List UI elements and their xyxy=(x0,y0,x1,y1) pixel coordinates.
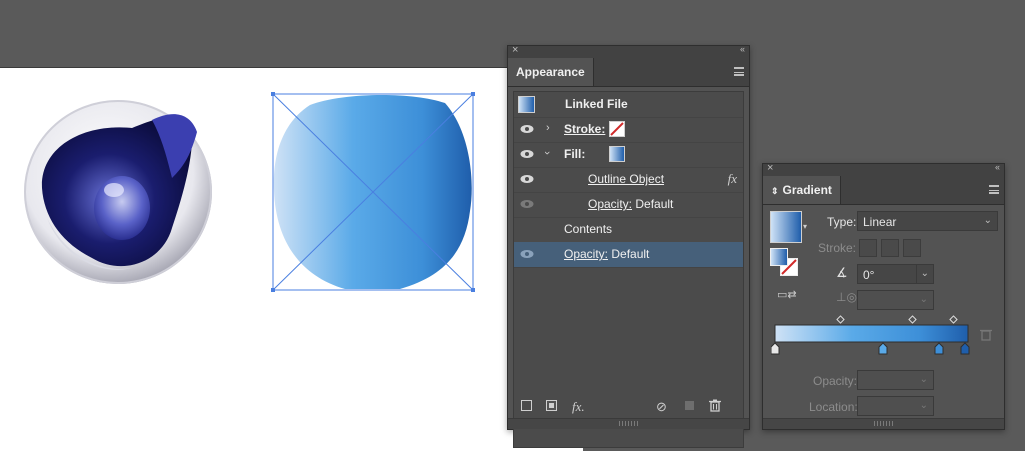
clear-appearance-icon[interactable]: ⊘ xyxy=(656,399,667,415)
chevron-right-icon[interactable]: › xyxy=(546,122,550,134)
delete-trash-icon[interactable] xyxy=(709,399,721,415)
panel-resize-grip[interactable] xyxy=(508,418,749,429)
add-effect-button[interactable]: fx. xyxy=(572,399,585,415)
chevron-down-icon[interactable]: › xyxy=(541,151,553,155)
delete-stop-icon[interactable] xyxy=(980,328,992,344)
chevron-down-icon[interactable]: ⌄ xyxy=(921,268,929,279)
row-stroke[interactable]: › Stroke: xyxy=(514,117,743,143)
gradient-panel-titlebar[interactable]: × ‹‹ xyxy=(763,162,1004,176)
duplicate-item-icon[interactable] xyxy=(685,401,694,410)
close-icon[interactable]: × xyxy=(512,44,518,56)
add-stroke-icon[interactable] xyxy=(521,400,532,411)
opacity-label[interactable]: Opacity: xyxy=(564,247,608,261)
fill-opacity[interactable]: Opacity: Default xyxy=(588,197,673,211)
fill-indicator[interactable] xyxy=(770,248,788,266)
tab-appearance[interactable]: Appearance xyxy=(508,58,594,86)
angle-dropdown[interactable]: ⌄ xyxy=(916,264,934,284)
linked-file-thumbnail xyxy=(518,96,535,113)
stroke-across-icon[interactable] xyxy=(903,239,921,257)
appearance-tabbar: Appearance xyxy=(508,58,749,87)
updown-arrows-icon: ⇕ xyxy=(771,186,779,196)
chevron-down-icon[interactable]: ⌄ xyxy=(984,215,992,226)
type-label: Type: xyxy=(827,215,857,229)
artboard[interactable] xyxy=(0,67,583,451)
stroke-label: Stroke: xyxy=(818,241,857,255)
location-label: Location: xyxy=(809,400,858,414)
chevron-down-icon[interactable]: ⌄ xyxy=(920,294,928,305)
panel-menu-icon[interactable] xyxy=(989,185,999,194)
opacity-value: Default xyxy=(611,247,650,261)
type-value: Linear xyxy=(863,215,897,229)
panel-resize-grip[interactable] xyxy=(763,418,1004,429)
reverse-gradient-icon[interactable]: ▭⇄ xyxy=(777,288,797,301)
gradient-fill-shape[interactable] xyxy=(270,91,476,294)
angle-value: 0° xyxy=(863,268,875,282)
midpoint-diamonds[interactable] xyxy=(836,315,958,324)
type-select[interactable]: Linear ⌄ xyxy=(857,211,998,231)
opacity-label[interactable]: Opacity: xyxy=(588,197,632,211)
visibility-eye-icon[interactable] xyxy=(520,249,534,259)
contents-label: Contents xyxy=(564,222,613,236)
gradient-tab-label: Gradient xyxy=(782,183,832,197)
aspect-ratio-input[interactable]: ⌄ xyxy=(857,290,934,310)
swatch-dropdown-caret[interactable]: ▾ xyxy=(803,222,807,231)
outline-object-effect[interactable]: Outline Object xyxy=(588,172,664,186)
row-fill-opacity[interactable]: Opacity: Default xyxy=(514,192,743,218)
collapse-icon[interactable]: ‹‹ xyxy=(995,162,1000,172)
opacity-input[interactable]: ⌄ xyxy=(857,370,934,390)
stroke-none-swatch[interactable] xyxy=(609,121,625,137)
appearance-footer: fx. ⊘ xyxy=(508,395,749,419)
row-linked-file[interactable]: Linked File xyxy=(514,92,743,118)
stroke-within-icon[interactable] xyxy=(859,239,877,257)
row-fill[interactable]: › Fill: xyxy=(514,142,743,168)
fill-label[interactable]: Fill: xyxy=(564,147,585,161)
gradient-preview-swatch[interactable] xyxy=(770,211,802,243)
gradient-panel: × ‹‹ ⇕ Gradient ▾ Type: Linear ⌄ Stroke: … xyxy=(762,162,1005,430)
gradient-slider[interactable] xyxy=(771,314,996,362)
tab-gradient[interactable]: ⇕ Gradient xyxy=(763,176,841,204)
appearance-panel-titlebar[interactable]: × ‹‹ xyxy=(508,44,749,58)
color-stops[interactable] xyxy=(771,342,970,355)
row-object-opacity[interactable]: Opacity: Default xyxy=(514,242,743,268)
stroke-along-icon[interactable] xyxy=(881,239,899,257)
fill-gradient-swatch[interactable] xyxy=(609,146,625,162)
stroke-label[interactable]: Stroke: xyxy=(564,122,605,136)
linked-file-label: Linked File xyxy=(565,97,628,111)
gradient-tabbar: ⇕ Gradient xyxy=(763,176,1004,205)
visibility-eye-icon[interactable] xyxy=(520,199,534,209)
chevron-down-icon[interactable]: ⌄ xyxy=(920,400,928,411)
collapse-icon[interactable]: ‹‹ xyxy=(740,44,745,54)
chevron-down-icon[interactable]: ⌄ xyxy=(920,374,928,385)
angle-input[interactable]: 0° xyxy=(857,264,917,284)
row-outline-object[interactable]: Outline Object fx xyxy=(514,167,743,193)
linked-image-logo[interactable] xyxy=(22,98,216,288)
angle-icon: ∡ xyxy=(836,265,848,280)
visibility-eye-icon[interactable] xyxy=(520,149,534,159)
location-input[interactable]: ⌄ xyxy=(857,396,934,416)
opacity-label: Opacity: xyxy=(813,374,858,388)
panel-menu-icon[interactable] xyxy=(734,67,744,76)
fx-icon[interactable]: fx xyxy=(728,171,737,187)
opacity-value: Default xyxy=(635,197,674,211)
close-icon[interactable]: × xyxy=(767,162,773,174)
aspect-ratio-icon[interactable]: ⊥◎ xyxy=(836,290,857,304)
object-opacity[interactable]: Opacity: Default xyxy=(564,247,649,261)
appearance-panel: × ‹‹ Appearance Linked File › Stroke: › … xyxy=(507,44,750,448)
row-contents[interactable]: Contents xyxy=(514,217,743,243)
add-fill-icon[interactable] xyxy=(546,400,557,411)
visibility-eye-icon[interactable] xyxy=(520,124,534,134)
visibility-eye-icon[interactable] xyxy=(520,174,534,184)
